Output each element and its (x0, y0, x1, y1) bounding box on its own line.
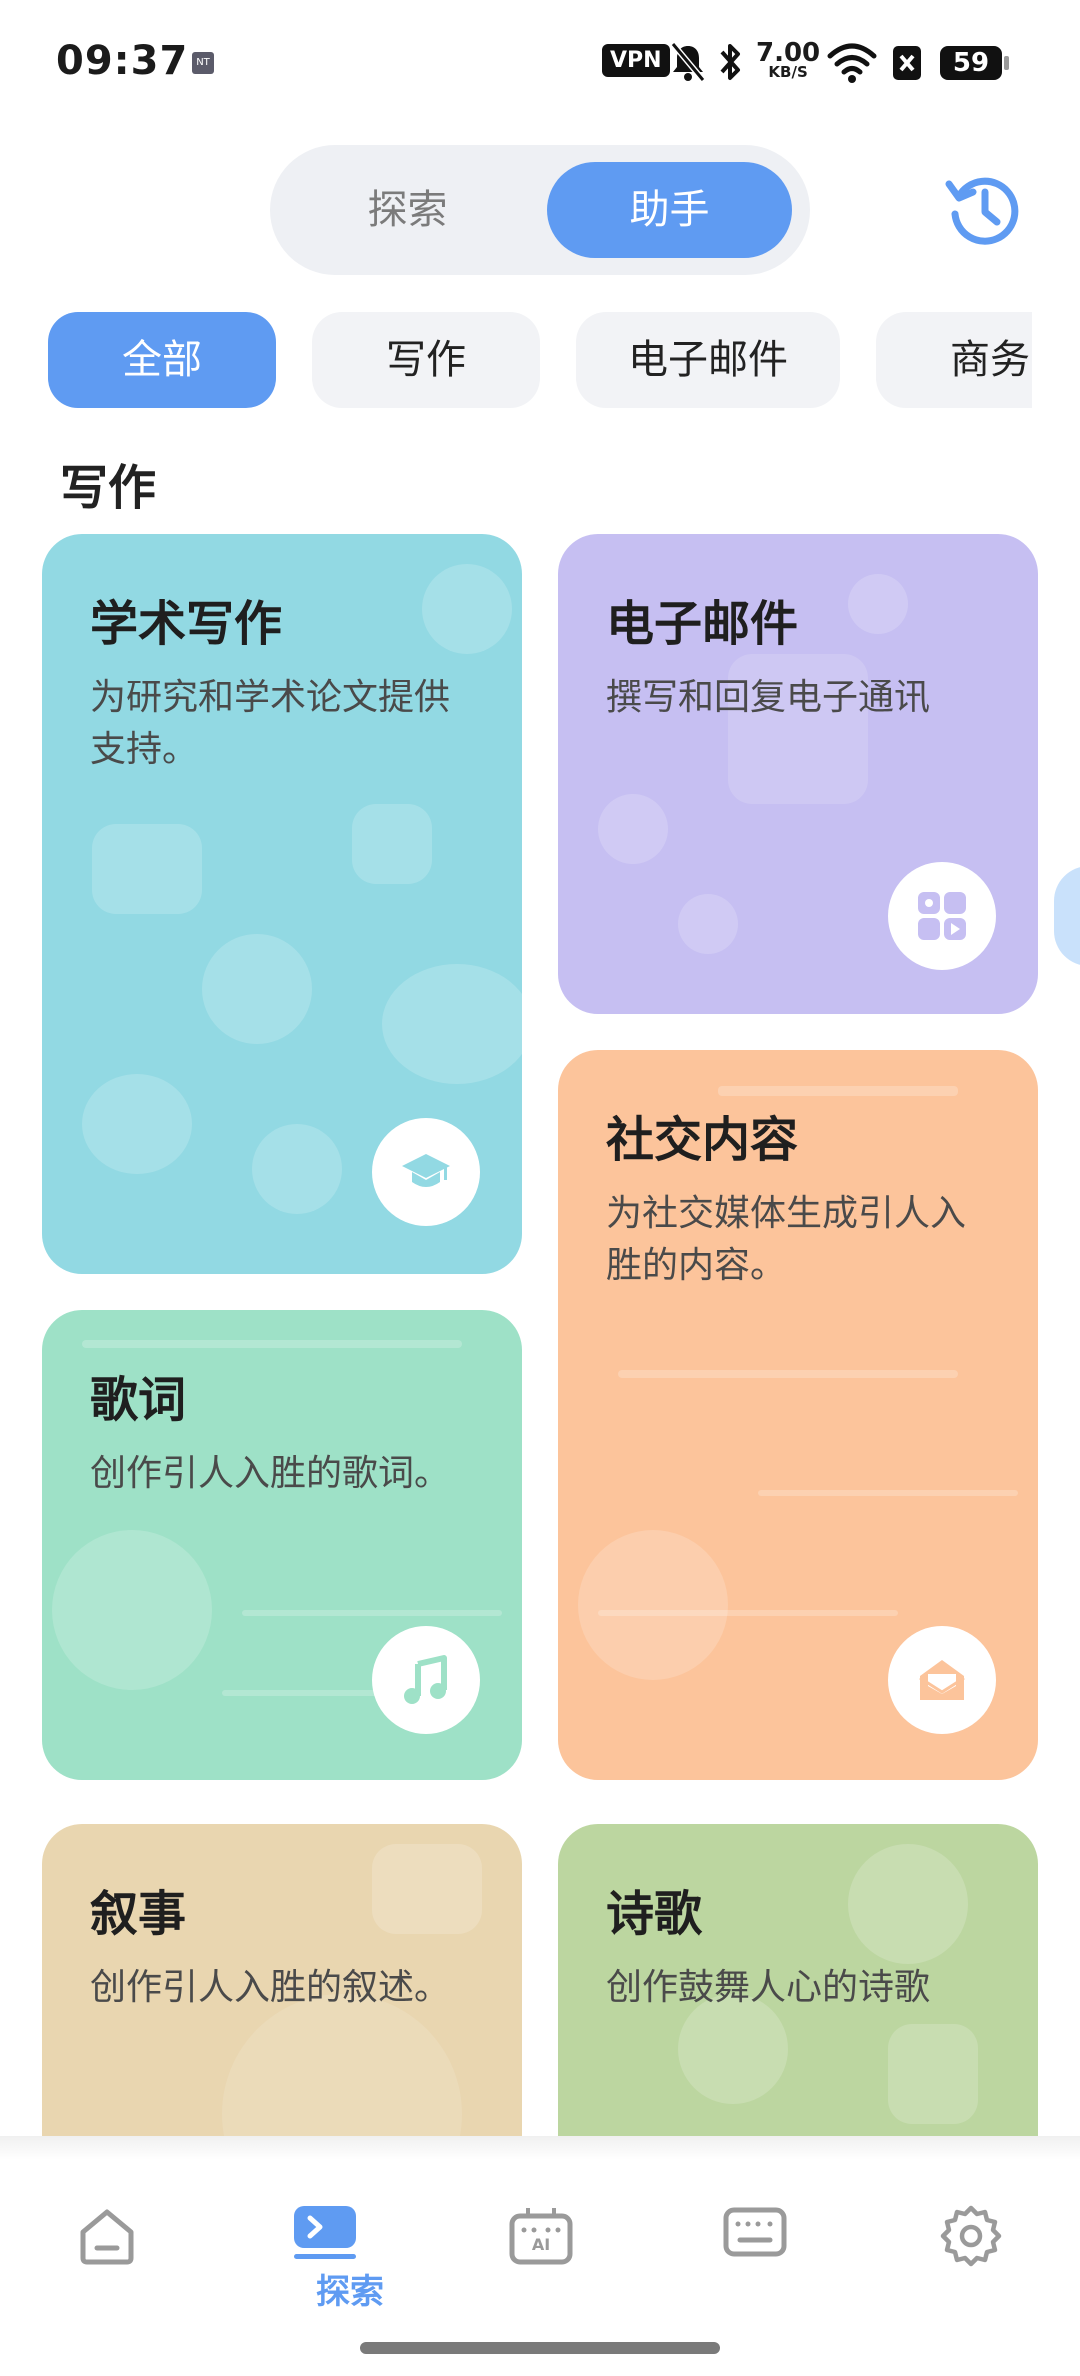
decor-shape (598, 794, 668, 864)
decor-shape (242, 1610, 502, 1616)
decor-shape (82, 1340, 462, 1348)
envelope-icon (919, 1660, 965, 1700)
network-speed: 7.00 KB/S (756, 40, 820, 80)
nav-ai-keyboard[interactable]: AI (486, 2204, 596, 2314)
notification-app-icon: NT (192, 52, 214, 74)
card-description: 为研究和学术论文提供支持。 (90, 677, 451, 770)
card-badge (372, 1626, 480, 1734)
card-narrative[interactable]: 叙事 创作引人入胜的叙述。 (42, 1824, 522, 2136)
history-clock-icon[interactable] (945, 170, 1025, 250)
card-title: 电子邮件 (606, 596, 799, 652)
decor-shape (422, 564, 512, 654)
decor-shape (82, 1074, 192, 1174)
card-lyrics[interactable]: 歌词 创作引人入胜的歌词。 (42, 1310, 522, 1780)
card-title: 学术写作 (90, 596, 283, 652)
card-description: 创作鼓舞人心的诗歌 (606, 1967, 931, 2008)
card-description: 创作引人入胜的叙述。 (90, 1967, 451, 2008)
tab-assistant[interactable]: 助手 (547, 162, 792, 258)
decor-shape (618, 1370, 958, 1378)
assistant-feed: 学术写作 为研究和学术论文提供支持。 电子邮件 撰写和回复电子通讯 社交内容 为… (0, 530, 1080, 2136)
music-note-icon (404, 1655, 447, 1704)
decor-shape (382, 964, 522, 1084)
decor-shape (718, 1086, 958, 1096)
decor-shape (578, 1530, 728, 1680)
card-badge (888, 1626, 996, 1734)
card-badge (888, 862, 996, 970)
decor-shape (222, 1994, 462, 2136)
explore-terminal-icon (294, 2206, 356, 2259)
decor-shape (52, 1530, 212, 1690)
card-social-content[interactable]: 社交内容 为社交媒体生成引人入胜的内容。 (558, 1050, 1038, 1780)
chip-email[interactable]: 电子邮件 (576, 312, 840, 408)
ai-keyboard-icon: AI (509, 2208, 573, 2265)
chip-writing[interactable]: 写作 (312, 312, 540, 408)
card-email[interactable]: 电子邮件 撰写和回复电子通讯 (558, 534, 1038, 1014)
mute-bell-icon (670, 42, 706, 82)
chip-business[interactable]: 商务 (876, 312, 1032, 408)
decor-shape (848, 574, 908, 634)
status-bar: 09:37 NT VPN 7.00 KB/S 59 (0, 0, 1080, 130)
nav-keyboard[interactable] (700, 2204, 810, 2314)
home-indicator[interactable] (360, 2342, 720, 2354)
decor-shape (252, 1124, 342, 1214)
decor-shape (202, 934, 312, 1044)
vpn-badge: VPN (602, 44, 670, 77)
bluetooth-icon (720, 44, 740, 80)
no-sim-icon (893, 46, 921, 80)
nav-divider (0, 2136, 1080, 2160)
mode-switcher: 探索 助手 (270, 145, 810, 275)
nav-explore-label[interactable]: 探索 (290, 2264, 410, 2313)
nav-home[interactable] (52, 2204, 162, 2314)
keyboard-icon (723, 2207, 787, 2257)
section-title: 写作 (60, 460, 157, 516)
card-title: 叙事 (90, 1886, 187, 1942)
card-badge (372, 1118, 480, 1226)
card-poetry[interactable]: 诗歌 创作鼓舞人心的诗歌 (558, 1824, 1038, 2136)
apps-grid-icon (918, 892, 966, 940)
tab-explore[interactable]: 探索 (285, 162, 530, 258)
card-description: 创作引人入胜的歌词。 (90, 1453, 451, 1494)
graduation-cap-icon (402, 1154, 450, 1187)
decor-shape (372, 1844, 482, 1934)
card-academic-writing[interactable]: 学术写作 为研究和学术论文提供支持。 (42, 534, 522, 1274)
chip-all[interactable]: 全部 (48, 312, 276, 408)
decor-shape (848, 1844, 968, 1964)
decor-shape (352, 804, 432, 884)
svg-text:AI: AI (532, 2235, 550, 2254)
card-description: 为社交媒体生成引人入胜的内容。 (606, 1193, 967, 1286)
decor-shape (678, 894, 738, 954)
decor-shape (888, 2024, 978, 2124)
decor-shape (92, 824, 202, 914)
category-chips: 全部 写作 电子邮件 商务 (0, 312, 1032, 408)
settings-gear-icon (940, 2205, 1002, 2267)
home-icon (80, 2209, 134, 2265)
card-title: 诗歌 (606, 1886, 703, 1942)
card-title: 歌词 (90, 1372, 187, 1428)
nav-settings[interactable] (916, 2204, 1026, 2314)
status-time: 09:37 (56, 38, 189, 84)
card-description: 撰写和回复电子通讯 (606, 677, 931, 718)
card-title: 社交内容 (606, 1112, 799, 1168)
wifi-icon (827, 43, 877, 83)
battery-indicator: 59 (940, 46, 1009, 80)
decor-shape (758, 1490, 1018, 1496)
